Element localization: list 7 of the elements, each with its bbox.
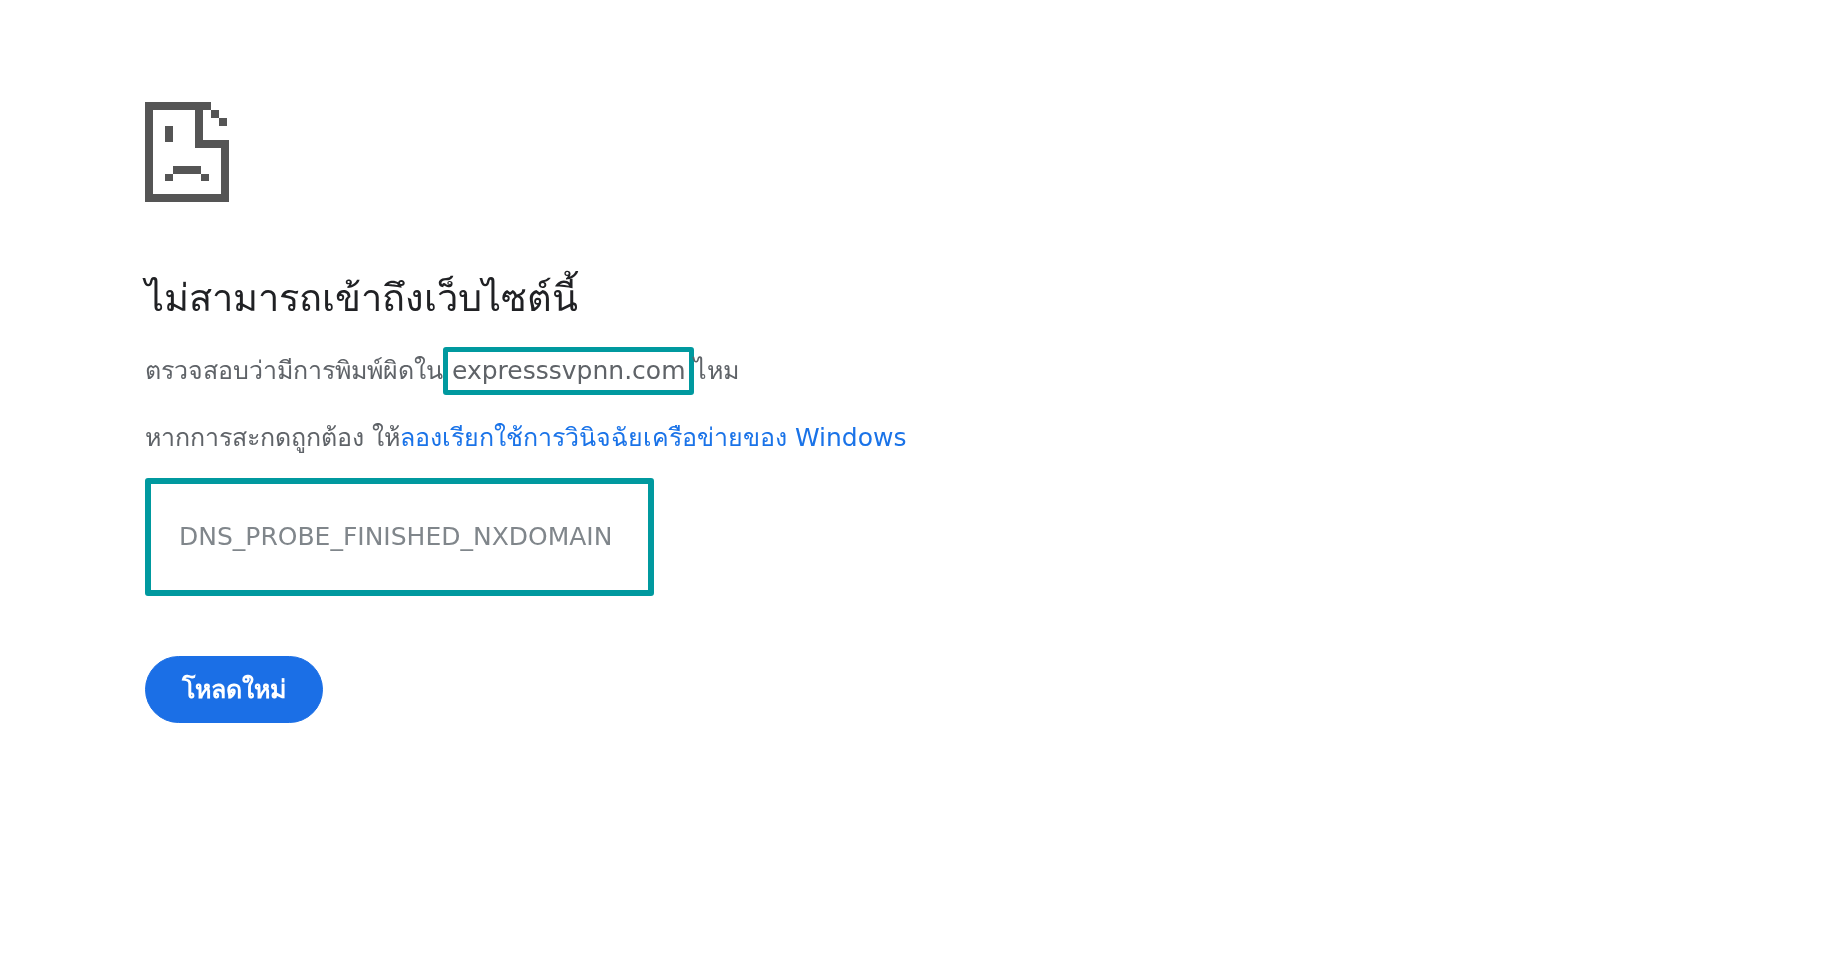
hint-text: ไหม (694, 355, 740, 388)
hint-text: ตรวจสอบว่ามีการพิมพ์ผิดใน (145, 355, 443, 388)
sad-page-icon (145, 102, 229, 202)
diagnostics-link[interactable]: ลองเรียกใช้การวินิจฉัยเครือข่ายของ Windows (399, 422, 907, 452)
reload-button[interactable]: โหลดใหม่ (145, 655, 323, 724)
diagnostics-text: หากการสะกดถูกต้อง ให้ลองเรียกใช้การวินิจฉัยเครือข่ายของ Windows (145, 421, 908, 455)
error-code: DNS_PROBE_FINISHED_NXDOMAIN (145, 478, 655, 596)
